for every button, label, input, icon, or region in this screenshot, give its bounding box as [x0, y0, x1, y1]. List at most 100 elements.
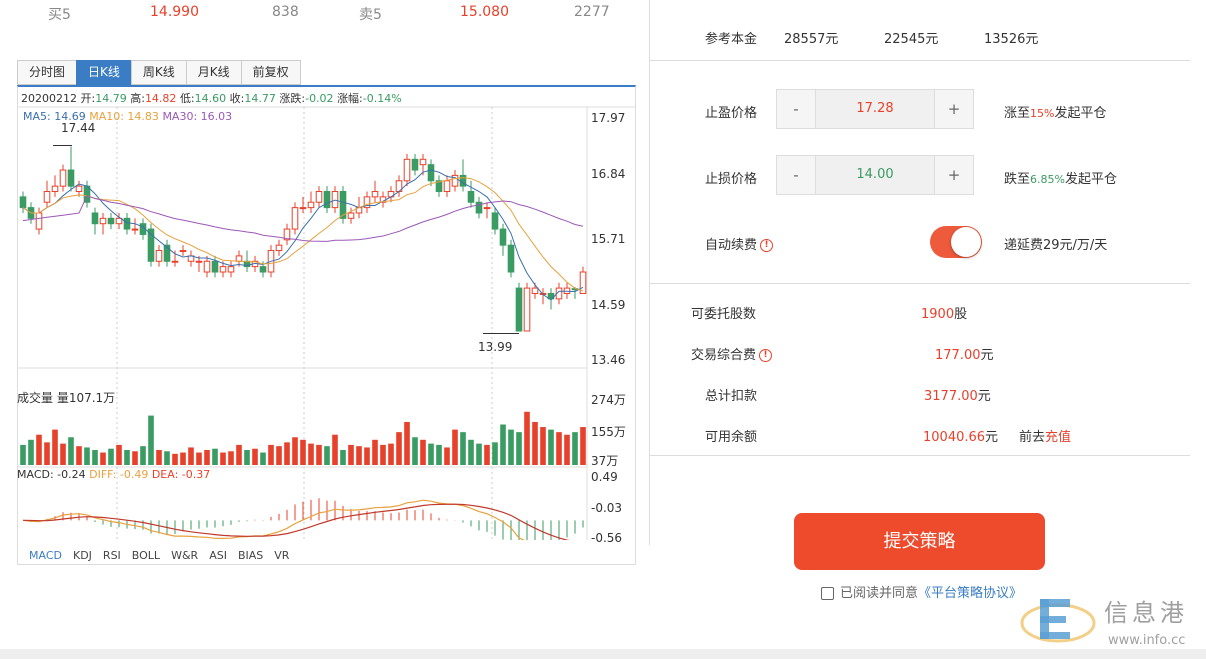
volume-bar	[364, 447, 370, 465]
divider	[650, 455, 1190, 456]
volume-bar	[484, 444, 490, 465]
ma5-line	[22, 169, 584, 301]
agreement-link[interactable]: 《平台策略协议》	[918, 586, 1022, 601]
tab-monthly-k[interactable]: 月K线	[185, 60, 242, 85]
candle-body	[203, 260, 211, 273]
volume-axis-label: 274万	[591, 393, 626, 407]
indicator-tab-kdj[interactable]: KDJ	[73, 549, 92, 562]
tab-forward-adjust[interactable]: 前复权	[240, 60, 301, 85]
capital-option[interactable]: 22545元	[884, 28, 938, 47]
volume-bar	[124, 449, 130, 465]
capital-option[interactable]: 13526元	[984, 28, 1038, 47]
candle-body	[507, 244, 515, 273]
recharge-link[interactable]: 前去充值	[1019, 426, 1071, 445]
volume-bar	[500, 424, 506, 465]
total-value: 3177.00元	[924, 385, 991, 404]
take-profit-input[interactable]: 17.28	[815, 90, 935, 128]
volume-bar	[92, 449, 98, 465]
indicator-tab-macd[interactable]: MACD	[29, 549, 62, 562]
volume-bar	[316, 444, 322, 465]
indicator-tab-vr[interactable]: VR	[274, 549, 289, 562]
agreement-text: 已阅读并同意	[840, 586, 919, 601]
buy5-price: 14.990	[150, 4, 199, 20]
stop-loss-note: 跌至6.85%发起平仓	[1004, 168, 1117, 187]
price-axis-label: 16.84	[591, 167, 626, 181]
balance-value: 10040.66元	[923, 426, 998, 445]
stop-loss-decrease-button[interactable]: -	[777, 156, 815, 194]
auto-renew-label: 自动续费!	[705, 234, 774, 253]
volume-bar	[140, 446, 146, 465]
capital-option[interactable]: 28557元	[784, 28, 838, 47]
auto-renew-toggle[interactable]	[930, 226, 982, 258]
tab-timeshare[interactable]: 分时图	[17, 60, 78, 85]
page-bottom-bar	[0, 649, 1206, 659]
candle-body	[291, 207, 299, 230]
volume-bar	[572, 432, 578, 465]
indicator-tab-asi[interactable]: ASI	[209, 549, 227, 562]
fee-label-text: 交易综合费	[691, 348, 757, 363]
volume-bar	[84, 447, 90, 465]
volume-bar	[516, 432, 522, 465]
volume-bar	[76, 446, 82, 465]
take-profit-label: 止盈价格	[705, 106, 758, 121]
volume-bar	[268, 444, 274, 465]
total-unit: 元	[977, 389, 991, 404]
candle-body	[155, 250, 163, 262]
indicator-tab-boll[interactable]: BOLL	[132, 549, 160, 562]
candle-body	[515, 287, 523, 332]
volume-bar	[20, 444, 26, 465]
stop-loss-input[interactable]: 14.00	[815, 156, 935, 194]
candle-body	[475, 201, 483, 214]
volume-bar	[244, 449, 250, 465]
watermark-text: 信息港	[1104, 599, 1188, 627]
indicator-tab-rsi[interactable]: RSI	[103, 549, 121, 562]
fee-label: 交易综合费!	[691, 344, 773, 363]
submit-strategy-button[interactable]: 提交策略	[794, 513, 1045, 570]
volume-bar	[164, 451, 170, 465]
warning-icon[interactable]: !	[759, 349, 773, 362]
candle-body	[523, 287, 531, 332]
stop-loss-increase-button[interactable]: +	[935, 156, 973, 194]
take-profit-decrease-button[interactable]: -	[777, 90, 815, 128]
volume-bar	[540, 427, 546, 465]
fee-amount: 177.00	[935, 348, 981, 363]
volume-bar	[444, 447, 450, 465]
take-profit-increase-button[interactable]: +	[935, 90, 973, 128]
balance-label: 可用余额	[705, 430, 758, 445]
take-profit-note-suffix: 发起平仓	[1054, 106, 1107, 121]
volume-bar	[284, 442, 290, 465]
volume-bar	[380, 444, 386, 465]
dea-value: DEA: -0.37	[151, 468, 211, 481]
volume-bar	[172, 453, 178, 465]
candle-body	[531, 287, 539, 294]
candle-body	[179, 250, 187, 253]
volume-bar	[388, 443, 394, 465]
sell5-volume: 2277	[574, 4, 610, 20]
warning-icon[interactable]: !	[760, 239, 774, 252]
candle-body	[427, 164, 435, 182]
buy5-label: 买5	[48, 7, 71, 23]
buy5-volume: 838	[272, 4, 299, 20]
tab-weekly-k[interactable]: 周K线	[130, 60, 187, 85]
candle-body	[59, 169, 67, 187]
volume-bar	[468, 439, 474, 465]
agreement-checkbox[interactable]	[821, 587, 834, 600]
volume-bar	[324, 446, 330, 465]
sell5-label: 卖5	[359, 7, 382, 23]
recharge-text[interactable]: 充值	[1045, 430, 1071, 445]
candle-body	[75, 185, 83, 193]
indicator-tab-wr[interactable]: W&R	[171, 549, 198, 562]
deferral-fee-note: 递延费29元/万/天	[1004, 238, 1108, 253]
volume-bar	[132, 451, 138, 465]
tab-daily-k[interactable]: 日K线	[76, 60, 132, 85]
indicator-tabs: MACD KDJ RSI BOLL W&R ASI BIAS VR	[29, 549, 289, 562]
indicator-tab-bias[interactable]: BIAS	[238, 549, 263, 562]
candle-body	[347, 212, 355, 219]
candle-body	[563, 287, 571, 294]
volume-bar	[372, 439, 378, 465]
diff-value: DIFF: -0.49	[89, 468, 149, 481]
macd-axis-label: -0.03	[591, 501, 623, 515]
agreement-row: 已阅读并同意《平台策略协议》	[821, 582, 1022, 601]
volume-bar	[300, 439, 306, 465]
watermark-url: www.info.cc	[1108, 633, 1186, 648]
